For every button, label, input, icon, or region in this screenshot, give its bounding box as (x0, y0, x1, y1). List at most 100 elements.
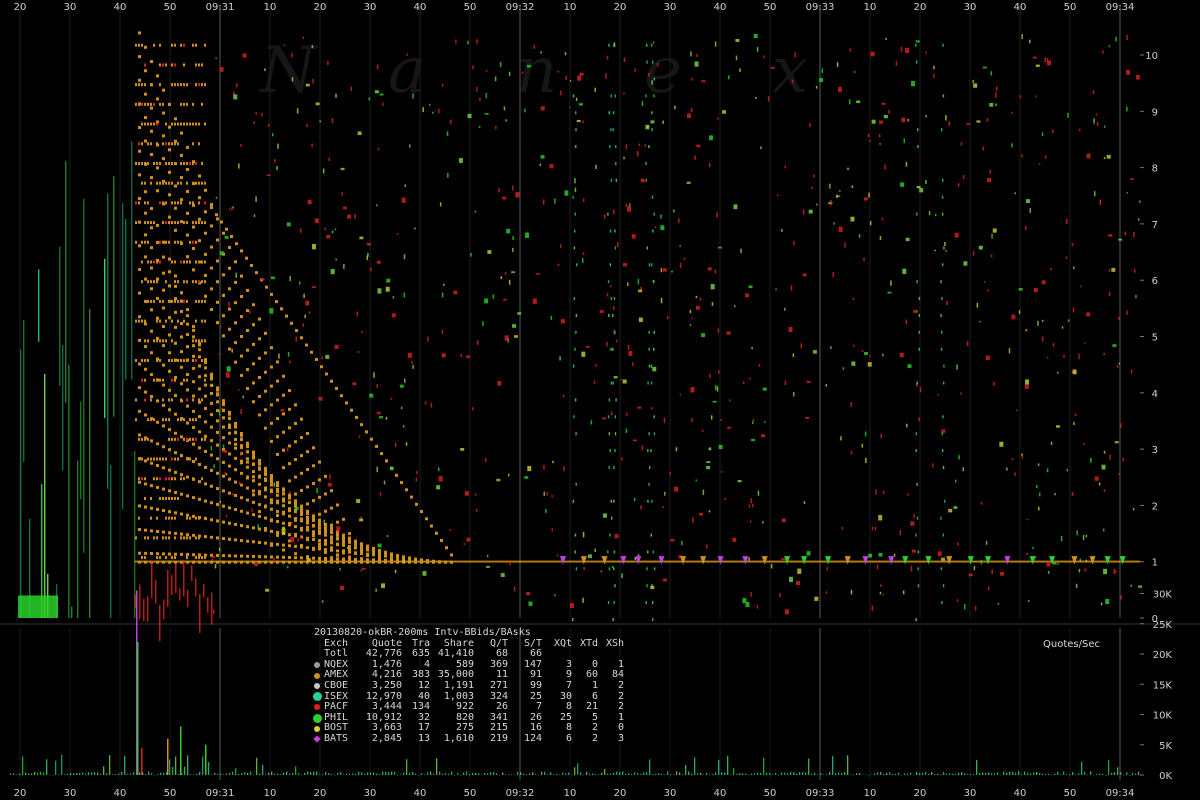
quote-tick (443, 283, 445, 286)
amex-quote (150, 461, 153, 465)
amex-quote (144, 556, 146, 560)
quote-tick (1112, 344, 1117, 347)
quote-tick (613, 297, 616, 301)
quote-tick (211, 384, 214, 387)
quote-rate-bar (964, 773, 966, 775)
quote-rate-bar (1096, 773, 1098, 775)
amex-quote (159, 319, 161, 323)
x-tick-label: 40 (114, 2, 127, 13)
quote-tick (880, 433, 882, 439)
amex-quote (159, 83, 161, 87)
amex-quote (252, 489, 255, 493)
table-cell-xsh: 3 (617, 732, 624, 744)
quote-tick (895, 60, 898, 66)
quote-tick (376, 204, 378, 207)
amex-quote (186, 211, 189, 215)
quote-tick (647, 499, 649, 503)
amex-quote (204, 273, 207, 277)
quote-rate-bar (88, 772, 90, 775)
quote-rate-bar (430, 771, 432, 775)
amex-quote (171, 181, 173, 185)
quote-bar (23, 320, 25, 463)
quote-tick (422, 571, 427, 576)
quote-tick (575, 128, 577, 132)
quote-tick (1067, 319, 1070, 323)
quote-tick (878, 515, 883, 521)
quote-rate-bar (1024, 771, 1026, 775)
quote-rate-bar (100, 774, 102, 775)
amex-quote (252, 470, 255, 474)
amex-quote (144, 378, 146, 382)
amex-quote (234, 260, 237, 264)
quote-rate-bar (187, 755, 189, 775)
quote-rate-bar (904, 773, 906, 775)
amex-quote (183, 536, 185, 540)
amex-quote (171, 398, 173, 402)
table-cell-share: 1,191 (443, 679, 474, 691)
quote-rate-bar (274, 773, 276, 775)
quote-tick (570, 603, 575, 609)
amex-quote (156, 316, 159, 320)
amex-quote (210, 245, 213, 249)
quote-tick (370, 267, 372, 272)
amex-quote (192, 442, 195, 446)
quote-tick (946, 300, 948, 306)
amex-quote (240, 294, 243, 298)
amex-quote (192, 339, 194, 343)
quote-tick (404, 184, 407, 187)
quote-tick (710, 415, 713, 420)
quote-tick (708, 135, 713, 141)
quote-rate-bar (751, 773, 753, 775)
quote-rate-bar (175, 756, 177, 775)
amex-quote (189, 161, 191, 165)
pacf-quote (155, 579, 157, 604)
quote-tick (991, 233, 993, 239)
amex-quote (159, 63, 161, 67)
quote-tick (999, 441, 1004, 447)
quote-tick (524, 108, 526, 113)
quote-rate-bar (937, 773, 939, 775)
quote-rate-bar (340, 771, 342, 775)
quote-tick (242, 53, 247, 58)
quote-tick (437, 467, 440, 472)
amex-quote (192, 335, 195, 339)
quote-rate-bar (37, 772, 39, 775)
amex-quote (195, 437, 197, 441)
quote-tick (514, 335, 519, 338)
amex-quote (294, 440, 297, 444)
quote-tick (300, 228, 302, 233)
amex-quote (174, 378, 176, 382)
quote-rate-bar (1033, 772, 1035, 775)
quote-tick (953, 506, 958, 509)
amex-quote (264, 426, 267, 430)
amex-quote (330, 506, 333, 510)
quote-rate-bar (610, 773, 612, 775)
quote-tick (610, 297, 613, 301)
amex-quote (150, 457, 152, 461)
amex-quote (162, 398, 164, 402)
amex-quote (165, 418, 167, 422)
amex-quote (312, 546, 315, 550)
quote-tick (1086, 153, 1091, 159)
table-cell-xqt: 6 (565, 732, 572, 744)
amex-quote (222, 314, 225, 318)
quote-tick (756, 47, 759, 52)
amex-quote (195, 516, 197, 520)
quote-rate-bar (466, 771, 468, 775)
x-tick-label: 09:32 (506, 788, 535, 799)
amex-quote (201, 102, 203, 106)
quote-tick (1133, 231, 1135, 238)
amex-quote (276, 510, 279, 514)
quote-rate-bar (541, 771, 543, 775)
amex-quote (348, 544, 351, 548)
amex-quote (300, 519, 303, 523)
quote-tick (460, 448, 465, 451)
quote-tick (851, 185, 854, 188)
quote-tick (867, 133, 870, 138)
quote-tick (334, 228, 337, 231)
amex-quote (312, 556, 315, 560)
amex-quote (198, 430, 201, 434)
amex-quote (264, 541, 267, 545)
amex-quote (159, 43, 161, 47)
quote-rate-bar (721, 772, 723, 775)
